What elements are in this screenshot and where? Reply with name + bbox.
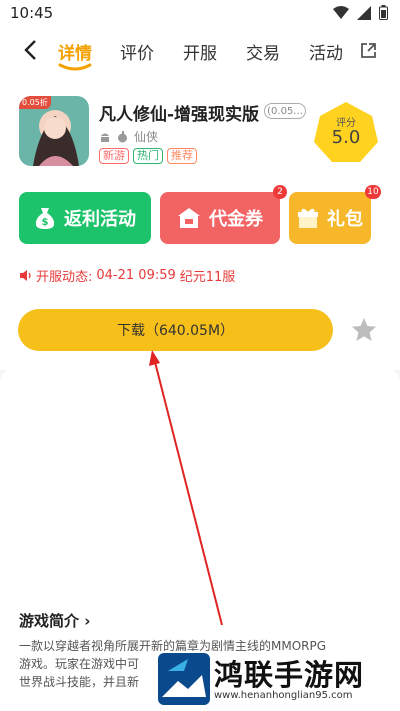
watermark-url: www.henanhonglian95.com	[214, 690, 353, 701]
chevron-right-icon: ›	[84, 612, 91, 630]
annotation-arrow	[149, 350, 223, 626]
watermark-text: 鸿联手游网	[214, 658, 365, 692]
watermark-logo-icon	[158, 653, 210, 705]
intro-title[interactable]: 游戏简介 ›	[19, 610, 90, 631]
